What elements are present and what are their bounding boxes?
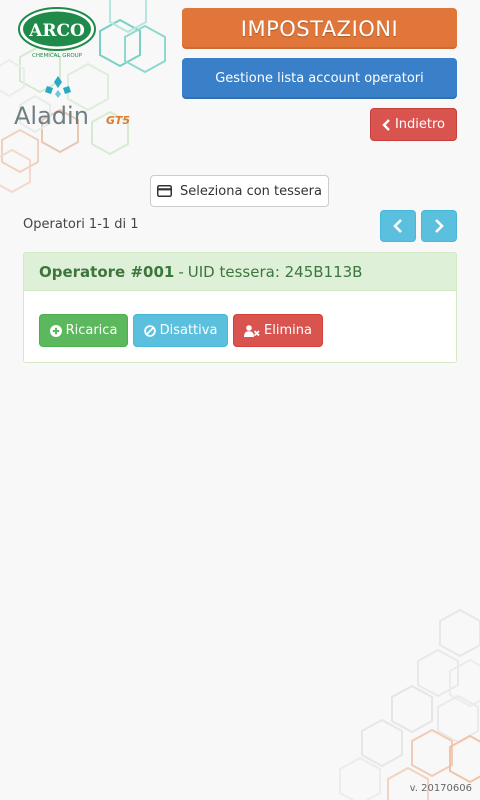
version-label: v. 20170606 xyxy=(409,783,472,794)
operator-separator: - xyxy=(178,262,184,281)
select-with-card-label: Seleziona con tessera xyxy=(179,183,322,199)
next-page-button[interactable] xyxy=(421,210,457,242)
operator-name: Operatore #001 xyxy=(39,262,175,281)
back-button-label: Indietro xyxy=(394,117,446,132)
chevron-left-icon xyxy=(382,118,390,131)
delete-button[interactable]: Elimina xyxy=(233,314,323,347)
section-subtitle: Gestione lista account operatori xyxy=(182,58,457,99)
operator-card-uid: UID tessera: 245B113B xyxy=(187,262,363,281)
delete-label: Elimina xyxy=(264,323,312,338)
recharge-label: Ricarica xyxy=(65,323,118,338)
aladin-gt5-logo: Aladin GT5 xyxy=(14,76,130,128)
disable-button[interactable]: Disattiva xyxy=(133,314,228,347)
ban-icon xyxy=(143,324,156,337)
operator-actions: Ricarica Disattiva Elimina xyxy=(39,314,323,347)
select-with-card-button[interactable]: Seleziona con tessera xyxy=(150,175,329,207)
plus-circle-icon xyxy=(49,324,62,337)
operator-panel: Operatore #001 - UID tessera: 245B113B R… xyxy=(23,252,457,363)
disable-label: Disattiva xyxy=(159,323,218,338)
chevron-left-icon xyxy=(393,219,402,233)
svg-text:GT5: GT5 xyxy=(106,114,130,127)
page-title: IMPOSTAZIONI xyxy=(182,8,457,49)
previous-page-button[interactable] xyxy=(380,210,416,242)
operator-panel-header: Operatore #001 - UID tessera: 245B113B xyxy=(24,253,456,291)
svg-text:CHEMICAL GROUP: CHEMICAL GROUP xyxy=(32,53,83,59)
chevron-right-icon xyxy=(435,219,444,233)
svg-text:Aladin: Aladin xyxy=(14,102,89,128)
user-remove-icon xyxy=(244,324,260,337)
credit-card-icon xyxy=(156,185,172,197)
hexagon-pattern-bottom-right xyxy=(339,608,480,800)
pagination-info: Operatori 1-1 di 1 xyxy=(23,217,139,232)
back-button[interactable]: Indietro xyxy=(370,108,457,141)
arco-logo: ARCO CHEMICAL GROUP xyxy=(18,7,96,59)
recharge-button[interactable]: Ricarica xyxy=(39,314,128,347)
svg-text:ARCO: ARCO xyxy=(28,21,85,41)
